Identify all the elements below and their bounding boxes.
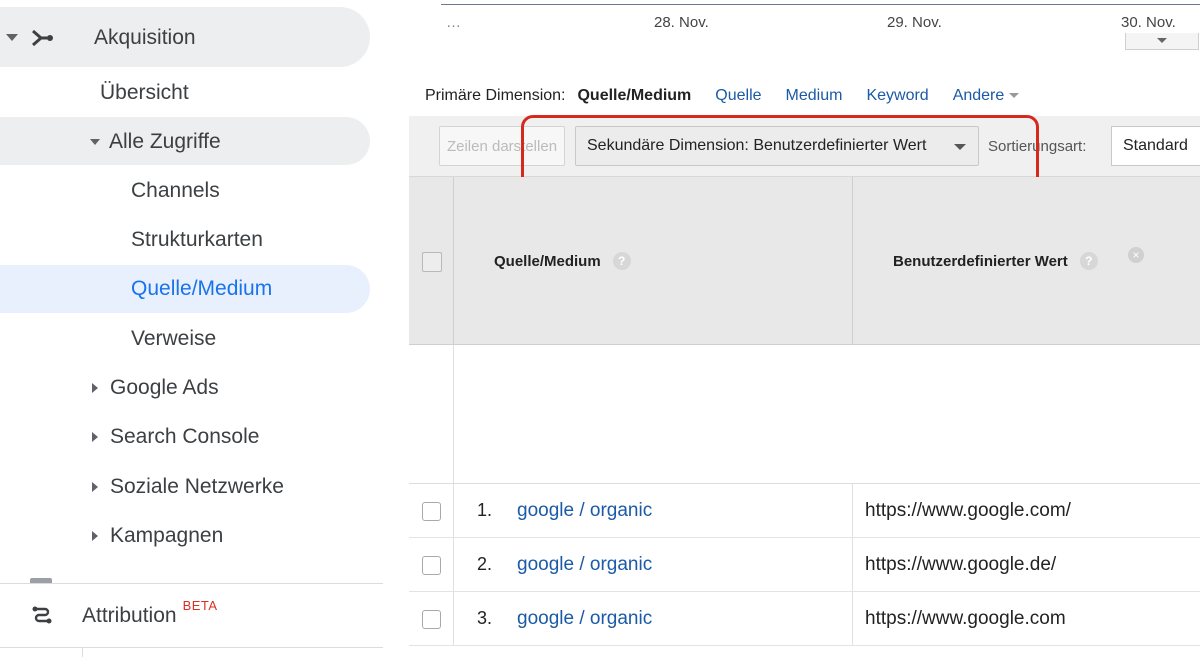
chart-axis-ellipsis: … [446, 14, 461, 31]
sidebar-item-verweise[interactable]: Verweise [131, 314, 216, 363]
chart-axis-label: 30. Nov. [1121, 14, 1176, 31]
sidebar-divider [0, 647, 383, 648]
help-icon[interactable]: ? [612, 252, 631, 270]
row-source-link[interactable]: google / organic [517, 592, 652, 645]
row-source-link[interactable]: google / organic [517, 484, 652, 537]
dimension-link-keyword[interactable]: Keyword [866, 87, 928, 105]
sidebar-item-label: Attribution [82, 603, 177, 627]
sidebar-item-label: Channels [131, 178, 220, 202]
column-header-source: Quelle/Medium ? [494, 252, 631, 270]
attribution-icon [32, 606, 52, 623]
column-divider [453, 538, 454, 591]
row-source-link[interactable]: google / organic [517, 538, 652, 591]
chevron-down-icon [6, 34, 18, 41]
column-divider [852, 538, 853, 591]
chart-axis-label: 28. Nov. [654, 14, 709, 31]
row-custom-value: https://www.google.de/ [865, 553, 1057, 575]
sidebar-item-label: Google Ads [110, 375, 219, 399]
row-number: 1. [477, 500, 493, 520]
dimension-link-quelle[interactable]: Quelle [715, 87, 761, 105]
row-custom-value: https://www.google.com [865, 607, 1066, 629]
sidebar-item-search-console[interactable]: Search Console [92, 412, 259, 461]
sidebar-item-quelle-medium[interactable]: Quelle/Medium [131, 264, 272, 313]
chart-axis-line [441, 4, 1200, 5]
sidebar-item-channels[interactable]: Channels [131, 166, 220, 215]
sidebar-divider [82, 648, 83, 657]
row-checkbox[interactable] [422, 502, 441, 521]
beta-badge: BETA [182, 598, 218, 613]
row-checkbox[interactable] [422, 556, 441, 575]
table-summary-row [409, 345, 1200, 484]
remove-dimension-icon[interactable]: × [1128, 247, 1144, 263]
sidebar-item-attribution[interactable]: Attribution BETA [30, 591, 218, 640]
chevron-right-icon [92, 530, 98, 541]
table-row: 1. google / organic https://www.google.c… [409, 484, 1200, 538]
chevron-right-icon [92, 431, 98, 442]
chevron-down-icon [90, 138, 100, 145]
sidebar-item-label: Übersicht [100, 80, 189, 104]
main-content: … 28. Nov. 29. Nov. 30. Nov. Primäre Dim… [409, 0, 1200, 657]
chevron-right-icon [92, 382, 98, 393]
table-row: 3. google / organic https://www.google.c… [409, 592, 1200, 646]
sidebar-item-kampagnen[interactable]: Kampagnen [92, 511, 223, 560]
column-divider [453, 177, 454, 344]
column-header-source-label[interactable]: Quelle/Medium [494, 253, 601, 270]
sidebar-item-label: Quelle/Medium [131, 276, 273, 300]
dimension-link-andere-label: Andere [952, 87, 1005, 104]
column-divider [453, 345, 454, 483]
column-divider [852, 592, 853, 645]
primary-dimension-bar: Primäre Dimension: Quelle/Medium Quelle … [425, 85, 1020, 107]
sidebar-item-label: Kampagnen [110, 523, 224, 547]
column-divider [453, 592, 454, 645]
help-icon[interactable]: ? [1079, 252, 1098, 270]
column-divider [852, 177, 853, 344]
sidebar-item-label: Alle Zugriffe [109, 129, 221, 153]
dimension-link-medium[interactable]: Medium [786, 87, 843, 105]
sidebar: Akquisition Übersicht Alle Zugriffe Chan… [0, 0, 409, 657]
column-divider [453, 484, 454, 537]
sidebar-item-strukturkarten[interactable]: Strukturkarten [131, 215, 263, 264]
sidebar-item-uebersicht[interactable]: Übersicht [100, 68, 189, 117]
chevron-down-icon [1157, 38, 1167, 43]
row-number: 2. [477, 554, 493, 574]
column-header-custom: Benutzerdefinierter Wert ? [893, 252, 1098, 270]
row-checkbox[interactable] [422, 610, 441, 629]
sidebar-item-akquisition[interactable]: Akquisition [6, 13, 196, 62]
primary-dimension-label: Primäre Dimension: [425, 87, 566, 104]
row-number: 3. [477, 608, 493, 628]
sidebar-item-soziale-netzwerke[interactable]: Soziale Netzwerke [92, 462, 284, 511]
chart-axis-label: 29. Nov. [887, 14, 942, 31]
sidebar-item-label: Akquisition [94, 25, 196, 49]
sidebar-item-label: Verweise [131, 326, 217, 350]
sidebar-item-google-ads[interactable]: Google Ads [92, 363, 219, 412]
sidebar-item-label: Strukturkarten [131, 227, 263, 251]
row-custom-value: https://www.google.com/ [865, 499, 1071, 521]
primary-dimension-current: Quelle/Medium [577, 87, 692, 104]
column-header-custom-label[interactable]: Benutzerdefinierter Wert [893, 253, 1068, 270]
sidebar-item-label: Soziale Netzwerke [110, 474, 284, 498]
sidebar-item-alle-zugriffe[interactable]: Alle Zugriffe [90, 117, 221, 166]
chevron-down-icon [1009, 93, 1020, 99]
acquisition-icon [32, 29, 53, 46]
chevron-right-icon [92, 481, 98, 492]
sidebar-divider [0, 583, 383, 584]
dimension-link-andere[interactable]: Andere [953, 87, 1020, 105]
table-header: Quelle/Medium ? Benutzerdefinierter Wert… [409, 177, 1200, 345]
sort-type-select[interactable]: Standard [1111, 126, 1200, 166]
column-divider [852, 484, 853, 537]
sidebar-item-label: Search Console [110, 424, 260, 448]
select-all-checkbox[interactable] [422, 252, 442, 272]
chart-scroll-button[interactable] [1125, 33, 1199, 50]
table-row: 2. google / organic https://www.google.d… [409, 538, 1200, 592]
